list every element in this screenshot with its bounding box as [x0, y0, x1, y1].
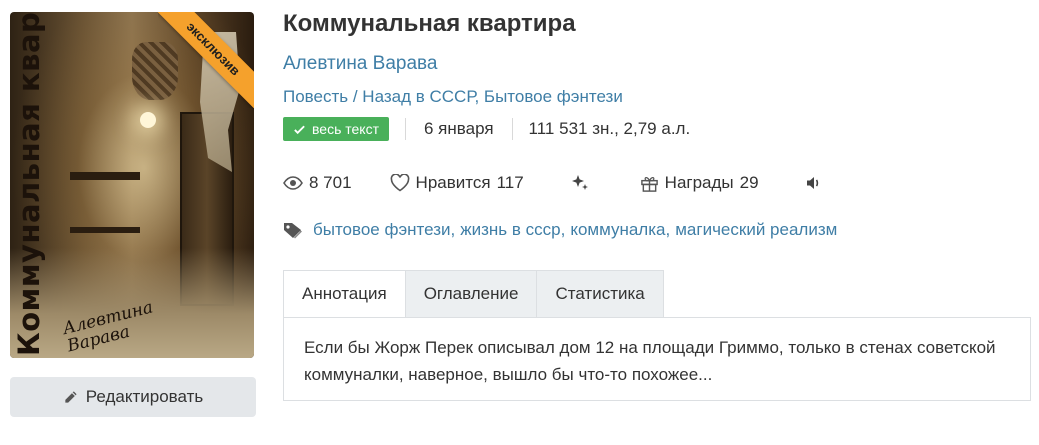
status-badge: весь текст: [283, 117, 389, 141]
rewards-button[interactable]: Награды 29: [640, 173, 759, 193]
author-link[interactable]: Алевтина Варава: [283, 53, 437, 75]
book-cover[interactable]: Коммунальная квартира Алевтина Варава эк…: [10, 12, 254, 358]
views-count: 8 701: [309, 173, 352, 192]
tag-link[interactable]: бытовое фэнтези: [313, 220, 451, 240]
tag-link[interactable]: магический реализм: [675, 220, 837, 240]
pencil-icon: [63, 390, 78, 405]
text-size: 111 531 зн., 2,79 а.л.: [528, 119, 691, 138]
stats-bar: 8 701 Нравится 117 Награды 29: [283, 169, 823, 197]
book-title: Коммунальная квартира: [283, 10, 576, 37]
annotation-text: Если бы Жорж Перек описывал дом 12 на пл…: [304, 338, 996, 384]
rewards-label: Награды: [664, 173, 734, 192]
cover-art-shelf: [70, 227, 140, 233]
sparkles-button[interactable]: [570, 173, 590, 193]
cover-art-lamp: [140, 112, 156, 128]
tag-icon: [283, 221, 305, 239]
eye-icon: [283, 176, 303, 190]
check-icon: [293, 123, 306, 136]
listen-button[interactable]: [805, 175, 823, 191]
tab-bar: Аннотация Оглавление Статистика: [283, 270, 664, 318]
edit-button[interactable]: Редактировать: [10, 377, 256, 417]
tags-line: бытовое фэнтези, жизнь в ссср, коммуналк…: [283, 220, 837, 240]
divider: [405, 118, 406, 140]
exclusive-ribbon: эксклюзив: [158, 12, 254, 108]
edit-button-label: Редактировать: [85, 387, 204, 406]
gift-icon: [640, 174, 659, 193]
views-stat: 8 701: [283, 173, 352, 193]
speaker-icon: [805, 175, 823, 191]
likes-label: Нравится: [415, 173, 491, 192]
annotation-panel: Если бы Жорж Перек описывал дом 12 на пл…: [283, 317, 1031, 401]
divider: [511, 118, 513, 140]
likes-count: 117: [496, 173, 524, 192]
publish-date: 6 января: [424, 119, 494, 138]
cover-art-shelf: [70, 172, 140, 180]
tag-link[interactable]: жизнь в ссср: [460, 220, 560, 240]
tab-statistics[interactable]: Статистика: [537, 270, 664, 318]
tab-contents[interactable]: Оглавление: [405, 270, 538, 318]
heart-icon: [390, 174, 410, 192]
genre-link-secondary[interactable]: Бытовое фэнтези: [484, 87, 623, 106]
exclusive-ribbon-label: эксклюзив: [158, 12, 254, 108]
status-badge-label: весь текст: [312, 121, 379, 137]
genre-link-primary[interactable]: Назад в СССР: [362, 87, 474, 106]
genre-separator: /: [348, 87, 363, 106]
genre-line: Повесть / Назад в СССР, Бытовое фэнтези: [283, 87, 623, 106]
sparkles-icon: [570, 173, 590, 193]
like-button[interactable]: Нравится 117: [390, 173, 524, 193]
tab-annotation[interactable]: Аннотация: [283, 270, 406, 318]
form-link[interactable]: Повесть: [283, 87, 348, 106]
rewards-count: 29: [739, 173, 759, 192]
cover-title-text: Коммунальная квартира: [12, 12, 46, 356]
tag-link[interactable]: коммуналка: [570, 220, 665, 240]
meta-line: весь текст 6 января 111 531 зн., 2,79 а.…: [283, 116, 690, 142]
